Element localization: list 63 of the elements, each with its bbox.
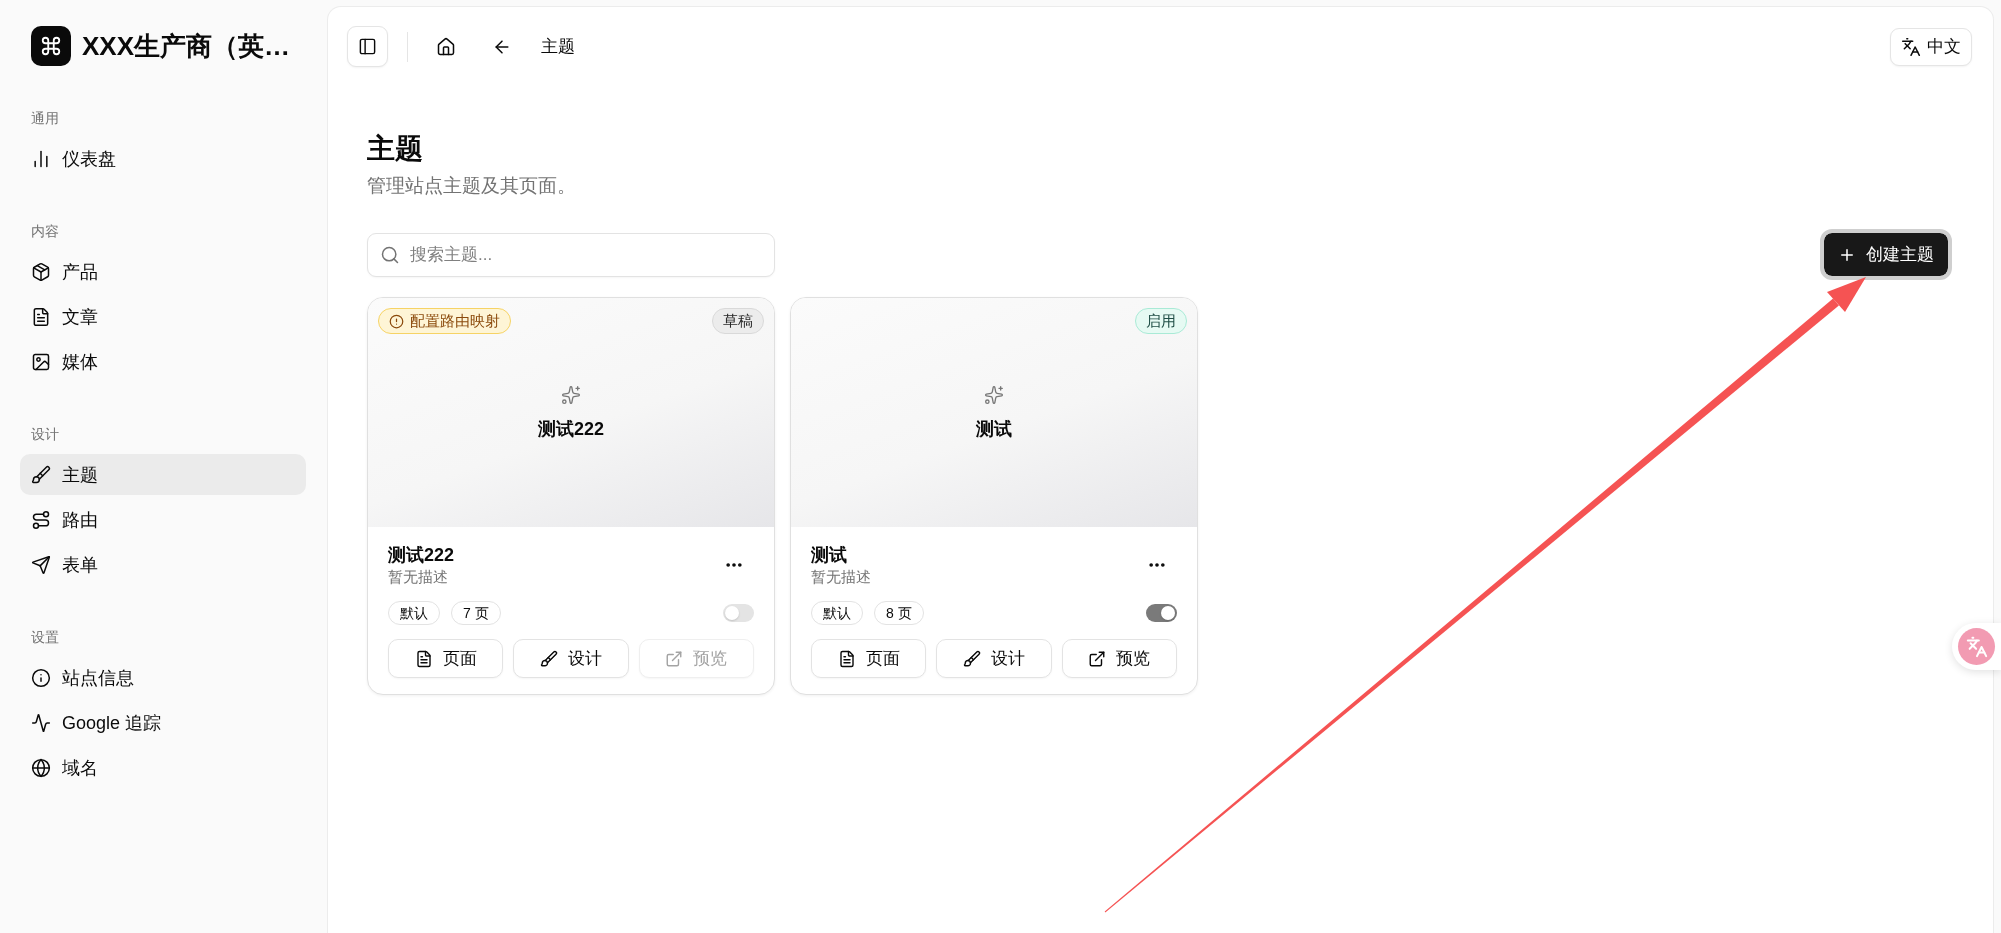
nav-item[interactable]: 媒体: [20, 341, 306, 382]
card-action-button[interactable]: 页面: [388, 639, 504, 678]
theme-name: 测试: [811, 544, 847, 567]
nav-group-label: 内容: [30, 222, 59, 241]
panel-left-icon: [358, 37, 377, 56]
breadcrumb-current: 主题: [541, 36, 575, 58]
card-action-button[interactable]: 设计: [513, 639, 629, 678]
preview-title: 测试: [976, 417, 1012, 441]
sparkles-icon: [561, 384, 581, 405]
logo-icon: [31, 26, 71, 66]
send-icon: [31, 554, 51, 575]
warning-label: 配置路由映射: [410, 311, 500, 331]
brand-name: XXX生产商（英…: [82, 29, 291, 63]
preview-title: 测试222: [537, 417, 604, 441]
nav-item[interactable]: Google 追踪: [20, 702, 306, 743]
theme-name: 测试222: [388, 544, 455, 567]
globe-icon: [31, 757, 51, 778]
external-link-icon: [1088, 649, 1107, 668]
status-badge: 启用: [1135, 308, 1187, 334]
nav-item[interactable]: 主题: [20, 454, 306, 495]
nav-item[interactable]: 仪表盘: [20, 138, 306, 179]
document-icon: [837, 649, 856, 668]
nav-group-label: 通用: [30, 109, 59, 128]
nav-item[interactable]: 表单: [20, 544, 306, 585]
brush-icon: [31, 464, 51, 485]
image-icon: [31, 351, 51, 372]
nav-item[interactable]: 站点信息: [20, 657, 306, 698]
create-theme-button[interactable]: 创建主题: [1820, 229, 1952, 280]
route-icon: [31, 509, 51, 530]
translate-icon: [1901, 36, 1921, 57]
nav-item[interactable]: 产品: [20, 251, 306, 292]
sparkles-icon: [984, 384, 1004, 405]
document-icon: [31, 306, 51, 327]
card-action-button[interactable]: 页面: [811, 639, 927, 678]
page-title: 主题: [367, 132, 423, 166]
search-icon: [380, 244, 400, 265]
bar-chart-icon: [31, 148, 51, 169]
document-icon: [414, 649, 433, 668]
brush-icon: [540, 649, 558, 668]
card-action-button[interactable]: 设计: [936, 639, 1052, 678]
toggle-switch[interactable]: [723, 604, 754, 622]
search-field[interactable]: 搜索主题...: [367, 232, 775, 277]
activity-icon: [31, 712, 51, 733]
toggle-switch[interactable]: [1146, 604, 1177, 622]
nav-group-label: 设计: [30, 425, 59, 444]
brush-icon: [963, 649, 981, 668]
info-icon: [31, 667, 51, 688]
home-icon[interactable]: [436, 36, 456, 57]
nav-item[interactable]: 路由: [20, 499, 306, 540]
status-badge: 草稿: [712, 308, 764, 334]
nav-item[interactable]: 文章: [20, 296, 306, 337]
alert-icon: [389, 313, 404, 329]
package-icon: [31, 261, 51, 282]
theme-description: 暂无描述: [388, 567, 448, 587]
nav-item[interactable]: 域名: [20, 747, 306, 788]
page-subtitle: 管理站点主题及其页面。: [367, 174, 576, 198]
language-button[interactable]: 中文: [1890, 27, 1972, 66]
sidebar-toggle-button[interactable]: [347, 26, 388, 67]
card-action-button[interactable]: 预览: [1061, 639, 1177, 678]
nav-group-label: 设置: [30, 628, 59, 647]
theme-description: 暂无描述: [811, 567, 871, 587]
translate-icon: [1958, 628, 1995, 665]
external-link-icon: [665, 649, 684, 668]
